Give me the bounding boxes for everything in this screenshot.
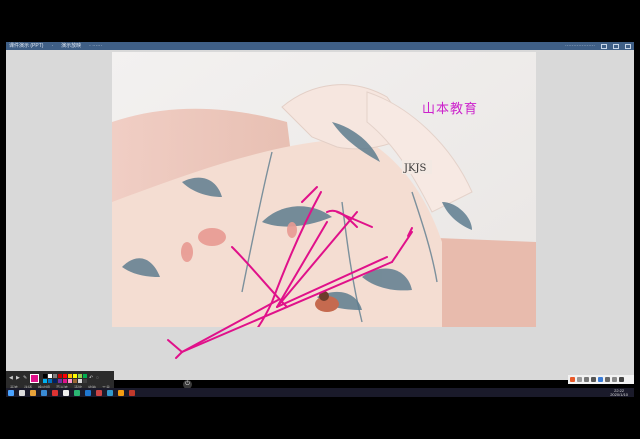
color-swatch[interactable] [63,378,67,383]
start-icon[interactable] [8,389,14,396]
app-icon-6[interactable] [107,389,113,396]
browser-icon[interactable] [85,389,91,396]
app-icon-2[interactable] [52,389,58,396]
color-swatch[interactable] [78,373,82,378]
color-swatch[interactable] [43,373,47,378]
app-icon-5[interactable] [96,389,102,396]
title-segment-2: · [51,43,54,49]
ime-keyboard-icon[interactable] [605,377,610,382]
clock-date: 2020/1/10 [610,391,628,397]
back-arrow-icon[interactable]: ◀ [9,375,14,381]
ime-grid-icon[interactable] [619,377,624,382]
slide-canvas[interactable]: JKJS 山本教育 [112,52,536,327]
close-button[interactable] [625,43,631,49]
titlebar-info: ⋯⋯⋯⋯⋯⋯ [565,43,595,49]
app-icon-1[interactable] [41,389,47,396]
undo-icon[interactable]: ↶ [89,375,94,381]
ime-tray [568,375,634,384]
app-titlebar: 课件演示 (PPT) · 演示放映 · ⋯⋯ ⋯⋯⋯⋯⋯⋯ [6,42,634,50]
color-swatch[interactable] [53,373,57,378]
ime-dot-icon[interactable] [591,377,596,382]
color-swatch[interactable] [48,378,52,383]
color-swatch[interactable] [78,378,82,383]
ime-moon-icon[interactable] [584,377,589,382]
titlebar-right: ⋯⋯⋯⋯⋯⋯ [565,42,631,50]
color-swatch[interactable] [58,378,62,383]
search-icon[interactable] [19,389,25,396]
color-swatch[interactable] [63,373,67,378]
taskbar-clock[interactable]: 22:22 2020/1/10 [610,388,632,397]
current-ink-color[interactable] [30,373,39,383]
color-swatch[interactable] [73,378,77,383]
color-swatch[interactable] [43,378,47,383]
title-segment-4: · ⋯⋯ [89,43,103,49]
color-swatch[interactable] [68,373,72,378]
pen-icon[interactable]: ✎ [23,375,28,381]
color-swatch[interactable] [53,378,57,383]
app-icon-4[interactable] [74,389,80,396]
color-swatch[interactable] [58,373,62,378]
color-swatch[interactable] [68,378,72,383]
ime-mic-icon[interactable] [598,377,603,382]
ime-lang-icon[interactable] [577,377,582,382]
pen-toolbar: ◀ ▶ ✎ ↶ ◌ [6,371,114,385]
screen: 课件演示 (PPT) · 演示放映 · ⋯⋯ ⋯⋯⋯⋯⋯⋯ JKJS 山本教育 … [0,0,640,439]
garment-label-text: JKJS [403,163,426,174]
folder-icon[interactable] [30,389,36,396]
maximize-button[interactable] [613,43,619,49]
taskbar: 22:22 2020/1/10 [6,388,634,397]
settings-icon[interactable]: ◌ [96,375,101,381]
color-swatch[interactable] [83,378,87,383]
app-icon-3[interactable] [63,389,69,396]
ppt-icon[interactable] [129,389,135,396]
pointer-icon[interactable]: ▶ [16,375,21,381]
minimize-button[interactable] [601,43,607,49]
watermark-text: 山本教育 [422,102,479,117]
color-swatch[interactable] [48,373,52,378]
ime-logo-icon[interactable] [570,377,575,382]
color-palette [43,373,87,383]
title-segment-1: 课件演示 (PPT) [9,43,44,49]
color-swatch[interactable] [83,373,87,378]
presentation-workspace: JKJS 山本教育 [6,50,634,380]
color-swatch[interactable] [73,373,77,378]
title-segment-3: 演示放映 [61,43,82,49]
garment-photo: JKJS [112,52,536,327]
ime-shirt-icon[interactable] [612,377,617,382]
app-icon-7[interactable] [118,389,124,396]
